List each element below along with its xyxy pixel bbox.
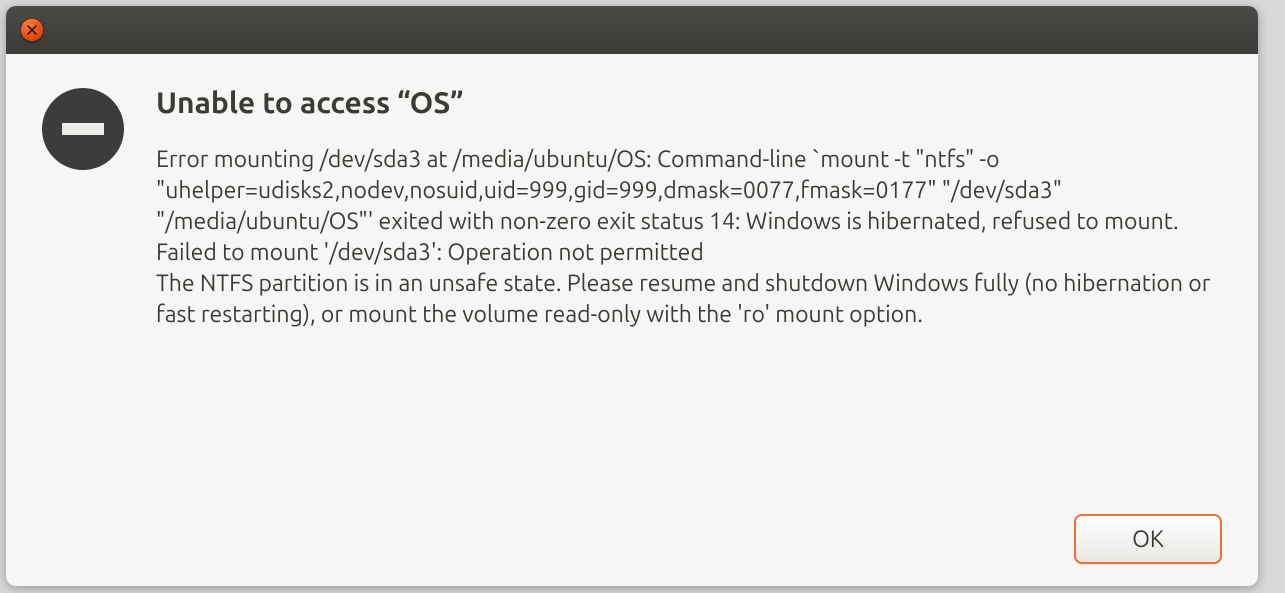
dialog-content: Unable to access “OS” Error mounting /de… bbox=[42, 84, 1222, 330]
close-button[interactable] bbox=[20, 18, 44, 42]
error-dialog-window: Unable to access “OS” Error mounting /de… bbox=[6, 6, 1258, 586]
dialog-text-column: Unable to access “OS” Error mounting /de… bbox=[156, 84, 1222, 330]
minus-icon bbox=[62, 123, 104, 135]
ok-button[interactable]: OK bbox=[1074, 514, 1222, 564]
error-icon-wrap bbox=[42, 88, 124, 170]
dialog-body: Unable to access “OS” Error mounting /de… bbox=[6, 54, 1258, 586]
titlebar bbox=[6, 6, 1258, 54]
dialog-title: Unable to access “OS” bbox=[156, 84, 1222, 120]
dialog-message: Error mounting /dev/sda3 at /media/ubunt… bbox=[156, 144, 1222, 330]
error-icon bbox=[42, 88, 124, 170]
close-icon bbox=[27, 25, 37, 35]
button-row: OK bbox=[42, 494, 1222, 564]
